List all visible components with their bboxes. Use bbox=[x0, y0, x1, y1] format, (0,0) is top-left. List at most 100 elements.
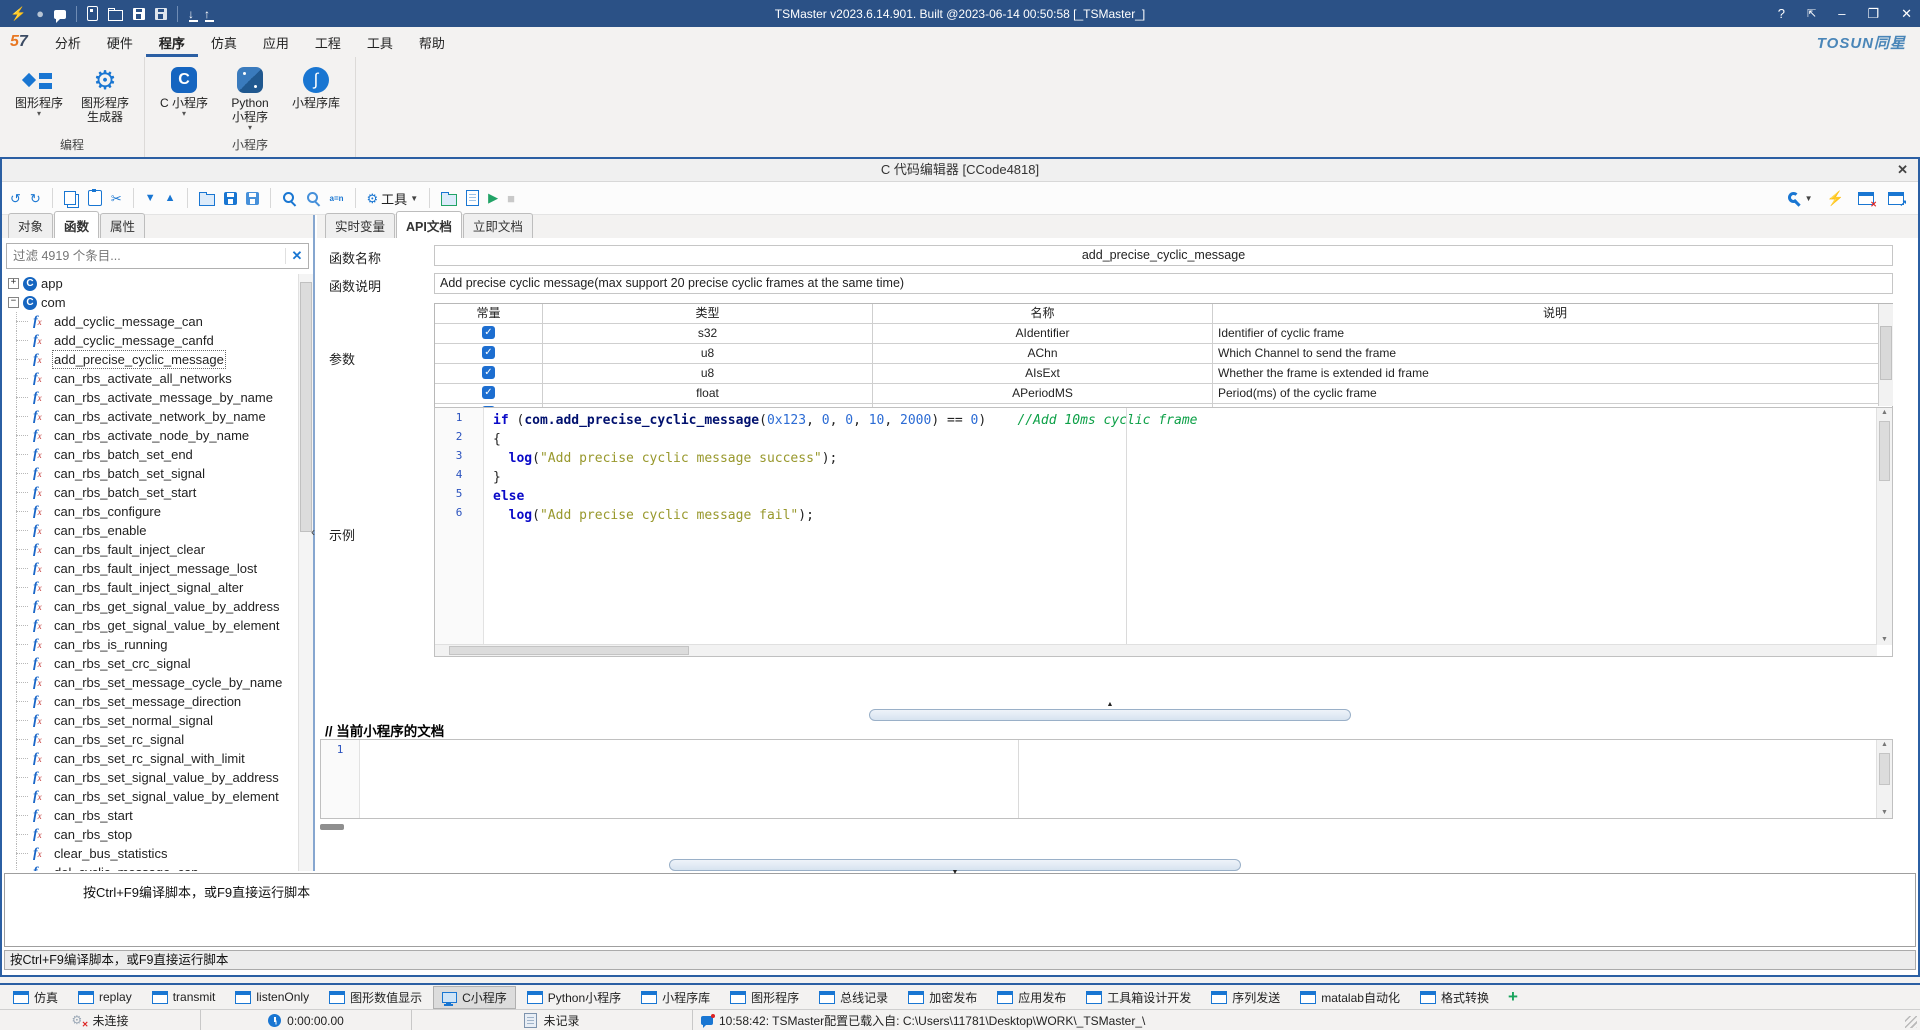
open-project-icon[interactable] bbox=[108, 10, 123, 21]
expand-icon[interactable]: + bbox=[8, 278, 19, 289]
maximize-icon[interactable]: ❐ bbox=[1867, 6, 1879, 22]
menu-item-1[interactable]: 分析 bbox=[42, 28, 94, 57]
mini-scrollbar[interactable] bbox=[320, 824, 344, 830]
function-name-field[interactable]: add_precise_cyclic_message bbox=[434, 245, 1893, 266]
panel-button-总线记录[interactable]: 总线记录 bbox=[810, 986, 897, 1009]
ribbon-button[interactable]: 图形程序▾ bbox=[6, 61, 72, 133]
tree-item[interactable]: fxcan_rbs_is_running bbox=[5, 635, 298, 654]
collapse-icon[interactable]: − bbox=[8, 297, 19, 308]
panel-button-格式转换[interactable]: 格式转换 bbox=[1411, 986, 1498, 1009]
checkbox-checked-icon[interactable]: ✓ bbox=[482, 386, 495, 399]
panel-button-工具箱设计开发[interactable]: 工具箱设计开发 bbox=[1077, 986, 1200, 1009]
tree-item[interactable]: fxclear_bus_statistics bbox=[5, 844, 298, 863]
pin-top-icon[interactable]: ⇱ bbox=[1807, 7, 1816, 20]
menu-item-5[interactable]: 应用 bbox=[250, 28, 302, 57]
message-icon[interactable] bbox=[54, 10, 66, 19]
panel-button-图形数值显示[interactable]: 图形数值显示 bbox=[320, 986, 431, 1009]
scrollbar-thumb[interactable] bbox=[1879, 421, 1890, 481]
tab-left-1[interactable]: 对象 bbox=[8, 213, 53, 238]
settings-wrench-menu[interactable]: ▼ bbox=[1787, 191, 1813, 206]
ribbon-button[interactable]: ∫小程序库 bbox=[283, 61, 349, 133]
tree-item[interactable]: fxcan_rbs_enable bbox=[5, 521, 298, 540]
tree-item[interactable]: fxcan_rbs_set_rc_signal bbox=[5, 730, 298, 749]
copy-icon[interactable] bbox=[64, 191, 76, 205]
scroll-up-icon[interactable]: ▲ bbox=[1881, 740, 1888, 750]
scroll-down-icon[interactable]: ▼ bbox=[1881, 635, 1888, 645]
checkbox-checked-icon[interactable]: ✓ bbox=[482, 366, 495, 379]
tree-node-com[interactable]: −Ccom bbox=[5, 293, 298, 312]
ribbon-button[interactable]: Python 小程序▾ bbox=[217, 61, 283, 133]
tree-scrollbar[interactable] bbox=[298, 274, 313, 871]
tree-item[interactable]: fxcan_rbs_batch_set_start bbox=[5, 483, 298, 502]
editor-close-icon[interactable]: ✕ bbox=[1897, 159, 1908, 180]
scroll-up-icon[interactable]: ▲ bbox=[1881, 408, 1888, 418]
editor-window-titlebar[interactable]: C 代码编辑器 [CCode4818] ✕ bbox=[2, 159, 1918, 182]
panel-button-C小程序[interactable]: C小程序 bbox=[433, 986, 516, 1009]
panel-button-小程序库[interactable]: 小程序库 bbox=[632, 986, 719, 1009]
tab-right-3[interactable]: 立即文档 bbox=[463, 213, 533, 238]
tree-item[interactable]: fxcan_rbs_get_signal_value_by_address bbox=[5, 597, 298, 616]
scrollbar-thumb[interactable] bbox=[300, 282, 312, 532]
tree-item[interactable]: fxcan_rbs_set_crc_signal bbox=[5, 654, 298, 673]
save-project-icon[interactable] bbox=[133, 8, 145, 20]
params-scrollbar[interactable] bbox=[1878, 304, 1893, 406]
panel-button-Python小程序[interactable]: Python小程序 bbox=[518, 986, 630, 1009]
tree-item[interactable]: fxcan_rbs_set_rc_signal_with_limit bbox=[5, 749, 298, 768]
panel-button-transmit[interactable]: transmit bbox=[143, 987, 225, 1007]
tree-item[interactable]: fxcan_rbs_fault_inject_clear bbox=[5, 540, 298, 559]
close-window-icon[interactable] bbox=[1858, 192, 1874, 205]
open-script-icon[interactable] bbox=[441, 194, 457, 206]
panel-button-应用发布[interactable]: 应用发布 bbox=[988, 986, 1075, 1009]
panel-button-replay[interactable]: replay bbox=[69, 987, 141, 1007]
add-panel-icon[interactable]: + bbox=[1500, 987, 1526, 1007]
tree-item[interactable]: fxcan_rbs_set_signal_value_by_address bbox=[5, 768, 298, 787]
tree-item[interactable]: fxadd_cyclic_message_canfd bbox=[5, 331, 298, 350]
code-area[interactable]: if (com.add_precise_cyclic_message(0x123… bbox=[493, 411, 1874, 525]
scrollbar-thumb[interactable] bbox=[1879, 753, 1890, 785]
tree-item[interactable]: fxcan_rbs_start bbox=[5, 806, 298, 825]
tree-item[interactable]: fxadd_precise_cyclic_message bbox=[5, 350, 298, 369]
tree-item[interactable]: fxcan_rbs_activate_node_by_name bbox=[5, 426, 298, 445]
tab-left-2[interactable]: 函数 bbox=[54, 211, 99, 238]
run-icon[interactable]: ▶ bbox=[488, 190, 498, 206]
rename-icon[interactable]: a=n bbox=[330, 194, 344, 203]
horizontal-scrollbar[interactable] bbox=[435, 644, 1877, 656]
example-code-editor[interactable]: 123456 if (com.add_precise_cyclic_messag… bbox=[434, 407, 1893, 657]
minimize-icon[interactable]: – bbox=[1838, 6, 1845, 21]
menu-item-7[interactable]: 工具 bbox=[354, 28, 406, 57]
float-window-icon[interactable] bbox=[1888, 192, 1904, 205]
menu-item-3[interactable]: 程序 bbox=[146, 28, 198, 57]
search-replace-icon[interactable] bbox=[306, 191, 321, 206]
vertical-scrollbar[interactable]: ▲ ▼ bbox=[1876, 740, 1892, 818]
tree-item[interactable]: fxcan_rbs_get_signal_value_by_element bbox=[5, 616, 298, 635]
panel-button-序列发送[interactable]: 序列发送 bbox=[1202, 986, 1289, 1009]
device-icon[interactable] bbox=[87, 6, 98, 21]
search-icon[interactable] bbox=[282, 191, 297, 206]
clear-filter-icon[interactable]: ✕ bbox=[285, 248, 308, 264]
tree-item[interactable]: fxcan_rbs_set_signal_value_by_element bbox=[5, 787, 298, 806]
panel-button-listenOnly[interactable]: listenOnly bbox=[226, 987, 318, 1007]
doc-code-editor[interactable]: 1 ▲ ▼ bbox=[320, 739, 1893, 819]
app-logo-icon[interactable]: 57 bbox=[10, 33, 28, 51]
save-as-icon[interactable] bbox=[246, 192, 259, 205]
menu-item-4[interactable]: 仿真 bbox=[198, 28, 250, 57]
tree-item[interactable]: fxcan_rbs_set_normal_signal bbox=[5, 711, 298, 730]
splitter-handle-bottom[interactable]: ▼ bbox=[669, 859, 1241, 871]
scrollbar-thumb[interactable] bbox=[1880, 326, 1892, 380]
tree-item[interactable]: fxcan_rbs_set_message_direction bbox=[5, 692, 298, 711]
record-circle-icon[interactable]: ● bbox=[36, 6, 44, 21]
move-up-icon[interactable]: ▲ bbox=[165, 192, 176, 204]
vertical-scrollbar[interactable]: ▲ ▼ bbox=[1876, 408, 1892, 645]
checkbox-checked-icon[interactable]: ✓ bbox=[482, 346, 495, 359]
check-script-icon[interactable] bbox=[466, 190, 479, 206]
function-desc-field[interactable]: Add precise cyclic message(max support 2… bbox=[434, 273, 1893, 294]
cut-icon[interactable]: ✂ bbox=[111, 191, 122, 206]
tree-item[interactable]: fxcan_rbs_batch_set_signal bbox=[5, 464, 298, 483]
tree-item[interactable]: fxcan_rbs_fault_inject_message_lost bbox=[5, 559, 298, 578]
export-icon[interactable]: ↑ bbox=[204, 7, 210, 21]
panel-button-仿真[interactable]: 仿真 bbox=[4, 986, 67, 1009]
ribbon-button[interactable]: ⚙图形程序 生成器 bbox=[72, 61, 138, 133]
import-icon[interactable]: ↓ bbox=[188, 7, 194, 21]
tab-right-2[interactable]: API文档 bbox=[396, 211, 462, 238]
tab-right-1[interactable]: 实时变量 bbox=[325, 213, 395, 238]
